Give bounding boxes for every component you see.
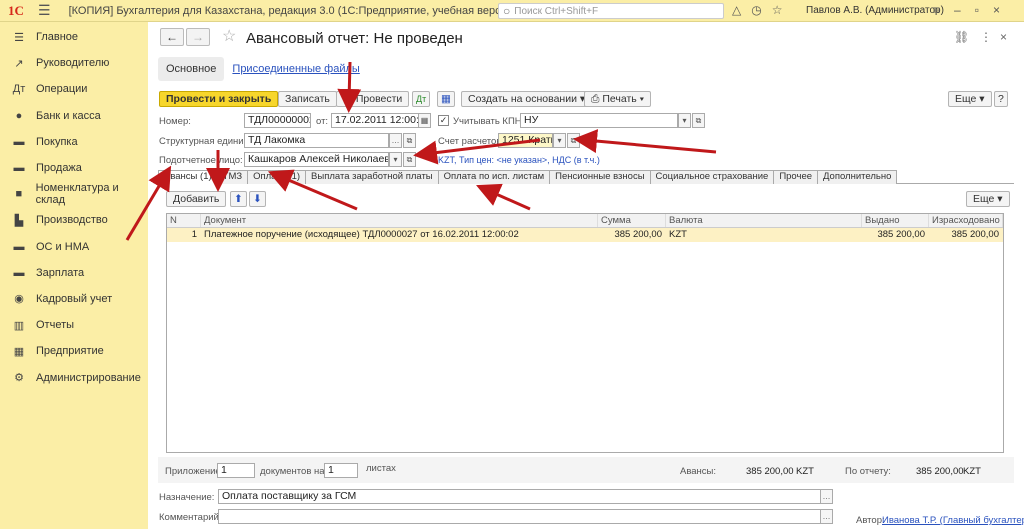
arrow-to-person xyxy=(413,138,541,165)
arrow-to-post-button xyxy=(337,61,362,113)
arrow-to-account xyxy=(573,129,717,154)
arrow-to-payment-tab xyxy=(267,169,358,211)
arrow-to-table xyxy=(476,183,531,211)
arrow-to-advances-tab xyxy=(125,165,172,241)
annotation-arrows xyxy=(125,61,717,241)
